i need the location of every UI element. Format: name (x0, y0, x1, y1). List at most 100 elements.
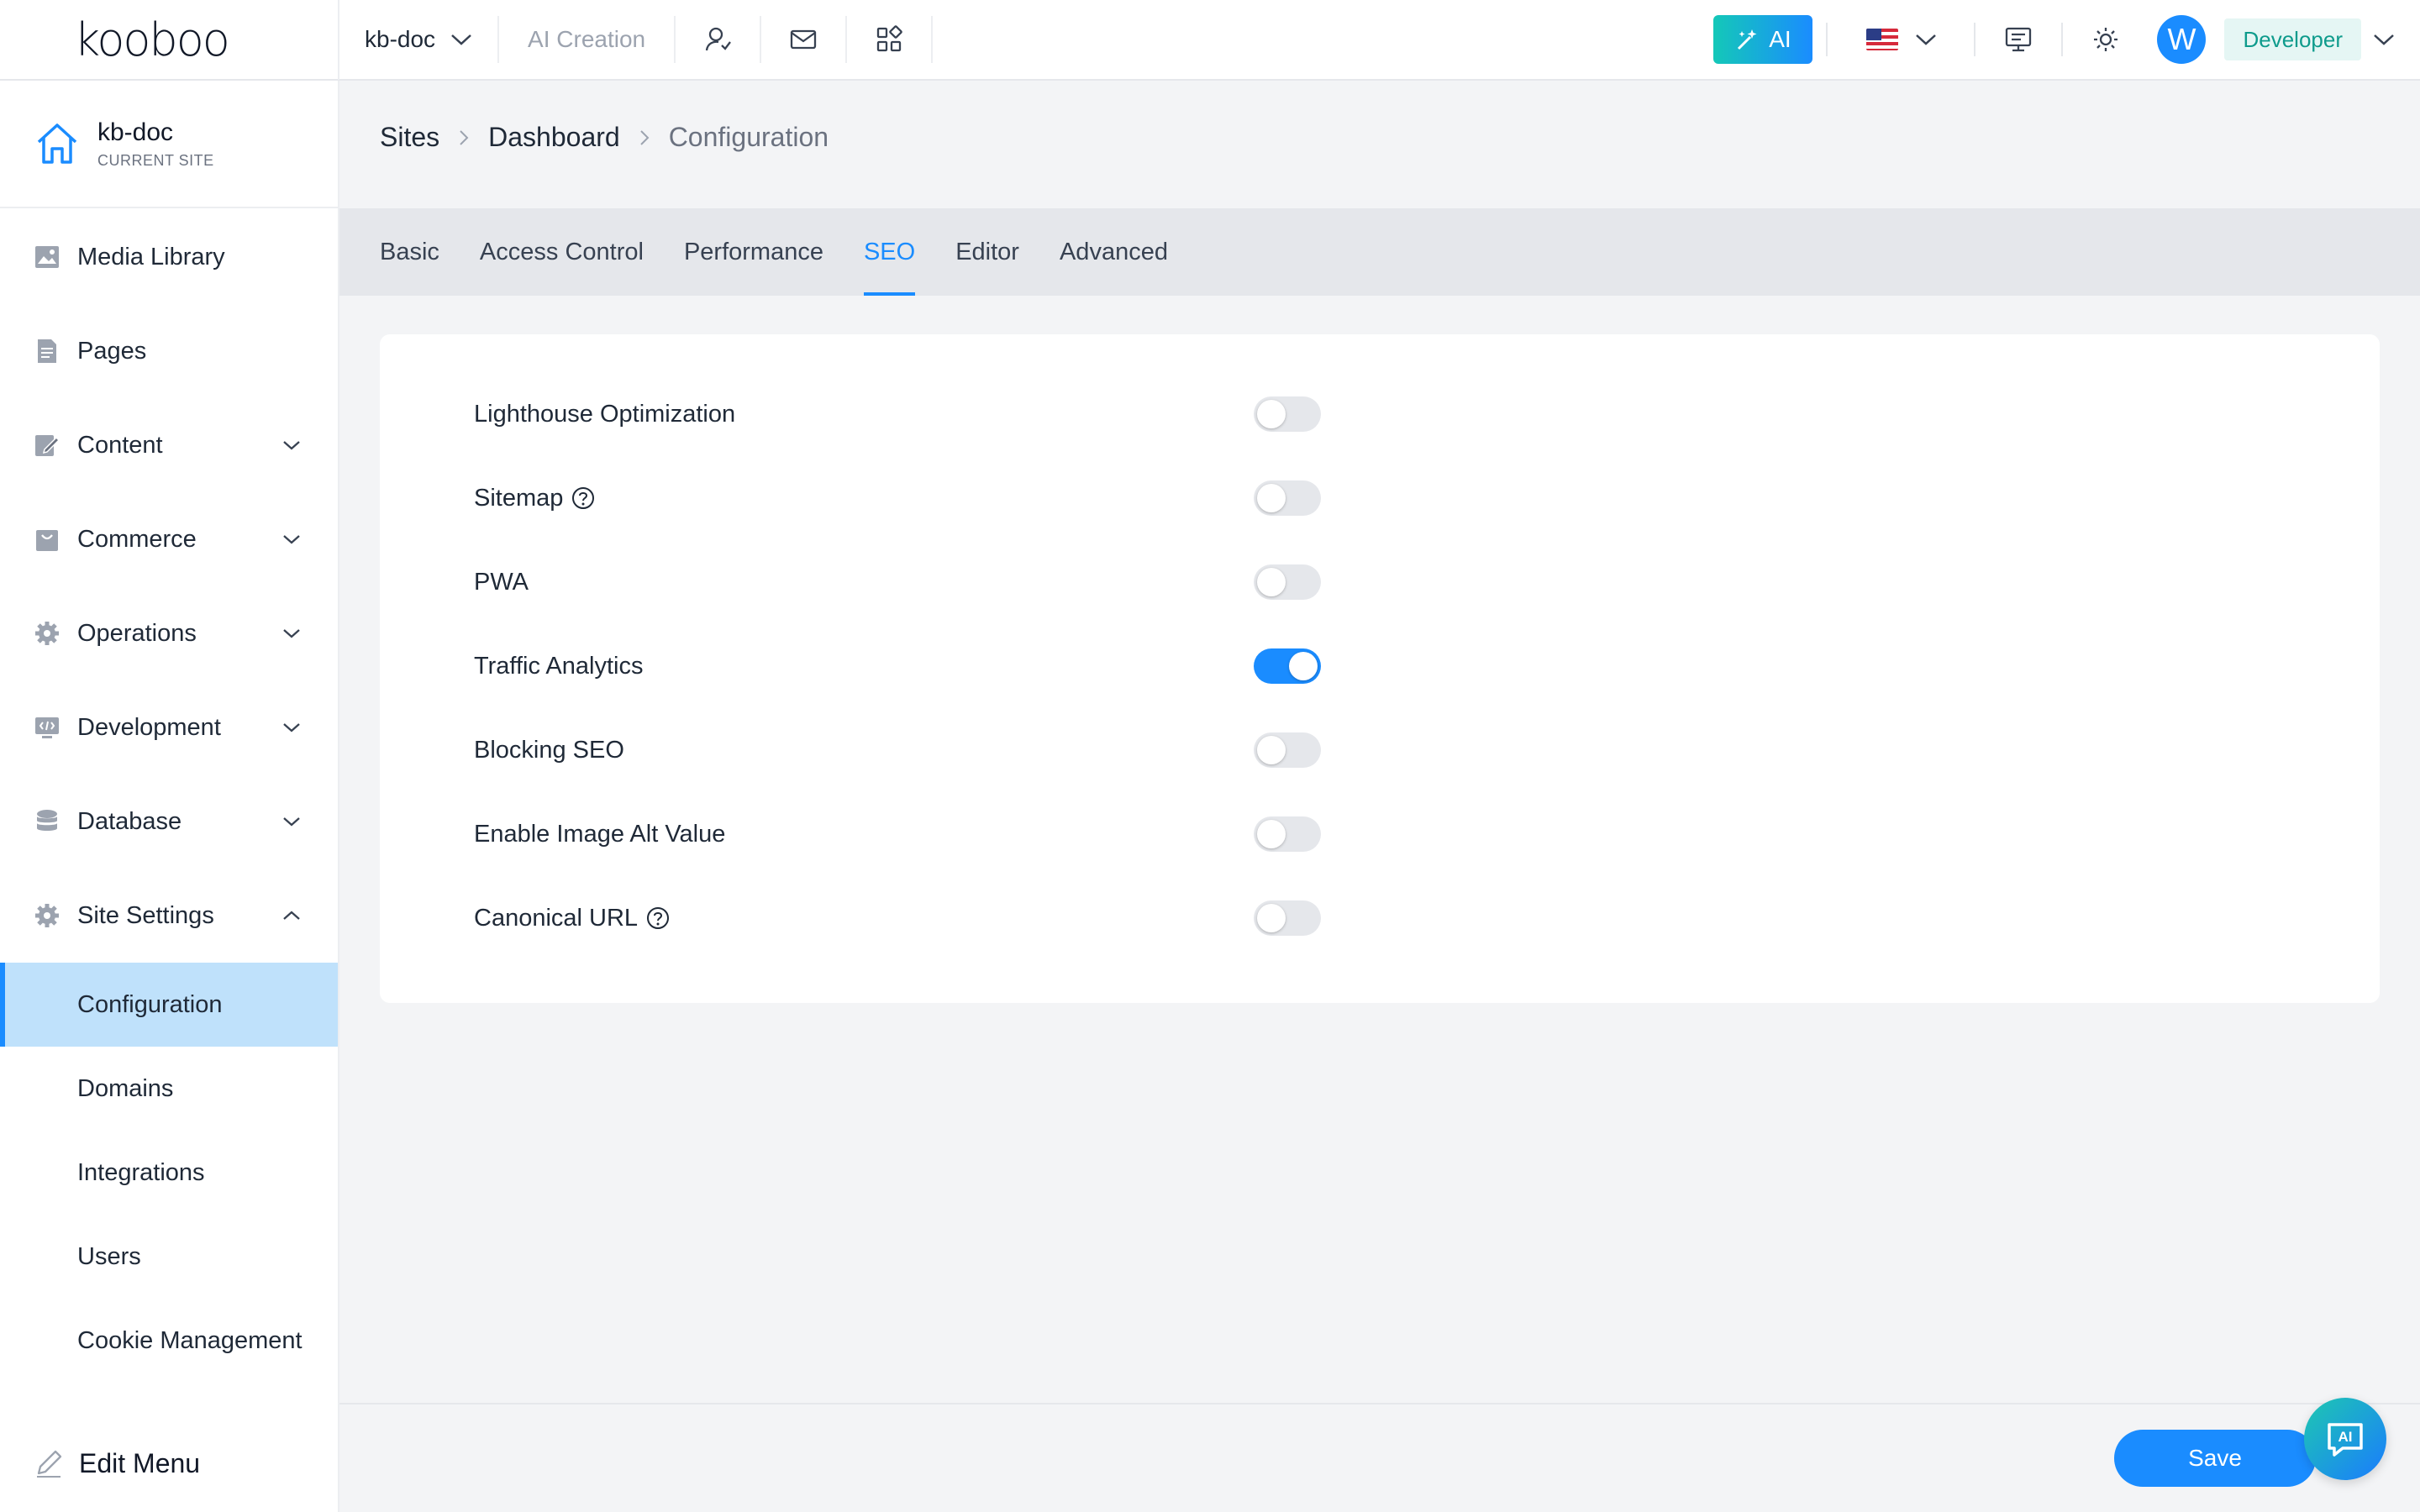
sidebar-item-development[interactable]: Development (0, 680, 338, 774)
tab-seo[interactable]: SEO (863, 208, 916, 296)
sidebar-item-label: Pages (77, 337, 147, 365)
tab-advanced[interactable]: Advanced (1060, 208, 1168, 296)
seo-settings-panel: Lighthouse Optimization Sitemap PWA Traf… (380, 334, 2380, 1003)
ai-fab-label: AI (2338, 1429, 2353, 1445)
breadcrumb-current: Configuration (668, 122, 829, 152)
ai-assistant-button[interactable]: AI (2304, 1398, 2386, 1480)
us-flag-icon (1866, 29, 1899, 50)
sidebar-item-label: Commerce (77, 525, 197, 553)
traffic-analytics-toggle[interactable] (1254, 648, 1321, 684)
blocking-seo-toggle[interactable] (1254, 732, 1321, 768)
chat-ai-icon: AI (2328, 1423, 2363, 1457)
chevron-down-icon (283, 535, 300, 544)
sidebar-item-media-library[interactable]: Media Library (0, 210, 338, 304)
current-site-name: kb-doc (97, 118, 174, 146)
tab-access-control[interactable]: Access Control (480, 208, 644, 296)
display-button[interactable] (1975, 25, 2061, 54)
setting-label-text: PWA (474, 568, 529, 596)
ai-button-label: AI (1769, 26, 1791, 52)
chevron-right-icon (458, 129, 470, 147)
setting-label-text: Canonical URL (474, 904, 639, 932)
chevron-down-icon (451, 34, 471, 45)
sidebar-item-site-settings[interactable]: Site Settings (0, 869, 338, 963)
help-icon[interactable] (646, 906, 670, 930)
canonical-url-toggle[interactable] (1254, 900, 1321, 936)
database-icon (34, 808, 60, 835)
setting-row-traffic-analytics: Traffic Analytics (380, 624, 2380, 708)
tab-editor[interactable]: Editor (955, 208, 1019, 296)
sidebar-item-label: Operations (77, 619, 197, 647)
magic-wand-icon (1738, 29, 1757, 50)
edit-menu-button[interactable]: Edit Menu (0, 1415, 338, 1512)
messages-button[interactable] (761, 16, 848, 63)
sidebar-subitem-integrations[interactable]: Integrations (0, 1131, 338, 1215)
site-switcher-label: kb-doc (365, 26, 436, 52)
apps-button[interactable] (847, 16, 934, 63)
setting-label-text: Lighthouse Optimization (474, 400, 736, 428)
sidebar-subitem-configuration[interactable]: Configuration (0, 963, 338, 1047)
toggle-knob (1257, 904, 1286, 932)
setting-label: Enable Image Alt Value (474, 821, 725, 848)
sidebar-item-pages[interactable]: Pages (0, 304, 338, 398)
toggle-knob (1289, 652, 1318, 680)
help-icon[interactable] (571, 486, 595, 510)
sidebar-subitem-users[interactable]: Users (0, 1215, 338, 1299)
settings-tabs: Basic Access Control Performance SEO Edi… (339, 208, 2420, 296)
edit-menu-label: Edit Menu (79, 1447, 201, 1478)
role-badge[interactable]: Developer (2224, 18, 2361, 60)
apps-grid-icon (876, 25, 902, 52)
top-bar: kooboo kb-doc AI Creation AI W Developer (0, 0, 2420, 81)
sidebar-item-label: Development (77, 713, 221, 741)
user-activity-button[interactable] (676, 16, 762, 63)
user-icon (705, 27, 732, 51)
breadcrumb-dashboard[interactable]: Dashboard (488, 122, 620, 153)
setting-label-text: Blocking SEO (474, 736, 624, 764)
setting-row-blocking-seo: Blocking SEO (380, 708, 2380, 792)
chevron-down-icon (283, 817, 300, 827)
language-selector[interactable] (1828, 29, 1974, 50)
image-alt-toggle[interactable] (1254, 816, 1321, 852)
toggle-knob (1257, 400, 1286, 428)
chevron-up-icon (283, 911, 300, 920)
document-icon (34, 338, 60, 365)
sidebar-subitem-domains[interactable]: Domains (0, 1047, 338, 1131)
toggle-knob (1257, 820, 1286, 848)
sitemap-toggle[interactable] (1254, 480, 1321, 516)
sidebar-item-label: Media Library (77, 243, 225, 270)
chevron-down-icon (1916, 34, 1937, 45)
sidebar-subitem-cookie-management[interactable]: Cookie Management (0, 1299, 338, 1383)
setting-label: Lighthouse Optimization (474, 401, 735, 428)
sidebar-item-label: Site Settings (77, 901, 214, 929)
theme-toggle-button[interactable] (2063, 25, 2149, 54)
setting-row-canonical-url: Canonical URL (380, 876, 2380, 960)
setting-label: Sitemap (474, 485, 595, 512)
setting-row-lighthouse: Lighthouse Optimization (380, 372, 2380, 456)
chevron-down-icon[interactable] (2373, 33, 2395, 46)
lighthouse-toggle[interactable] (1254, 396, 1321, 432)
sidebar-nav: Media Library Pages Content Commerce Ope… (0, 208, 338, 1383)
footer-bar (339, 1403, 2420, 1512)
save-button[interactable]: Save (2114, 1430, 2316, 1487)
current-site[interactable]: kb-doc CURRENT SITE (0, 81, 338, 208)
kooboo-logo[interactable]: kooboo (0, 0, 339, 80)
chevron-down-icon (283, 723, 300, 732)
setting-label: Blocking SEO (474, 737, 624, 764)
sun-icon (2094, 28, 2118, 51)
current-site-meta: kb-doc CURRENT SITE (97, 118, 214, 170)
gear-icon (34, 902, 60, 929)
sidebar-item-database[interactable]: Database (0, 774, 338, 869)
sidebar-item-operations[interactable]: Operations (0, 586, 338, 680)
ai-creation-link[interactable]: AI Creation (499, 16, 676, 63)
tab-performance[interactable]: Performance (684, 208, 823, 296)
image-icon (34, 244, 60, 270)
site-switcher[interactable]: kb-doc (339, 16, 500, 63)
chevron-right-icon (639, 129, 650, 147)
sidebar-item-commerce[interactable]: Commerce (0, 492, 338, 586)
breadcrumb-sites[interactable]: Sites (380, 122, 439, 153)
tab-basic[interactable]: Basic (380, 208, 439, 296)
edit-icon (34, 432, 60, 459)
sidebar-item-content[interactable]: Content (0, 398, 338, 492)
ai-button[interactable]: AI (1713, 15, 1813, 64)
pwa-toggle[interactable] (1254, 564, 1321, 600)
user-avatar[interactable]: W (2157, 15, 2207, 64)
